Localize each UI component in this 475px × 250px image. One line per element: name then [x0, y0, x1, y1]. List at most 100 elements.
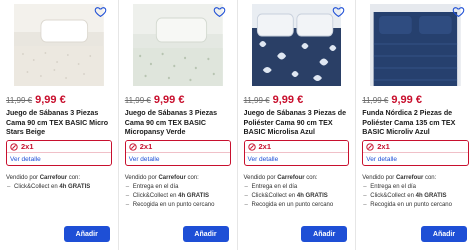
option-text: Recogida en un punto cercano [370, 202, 452, 208]
seller-name: Carrefour [395, 175, 424, 181]
delivery-options: Click&Collect en 4h GRATIS [6, 183, 112, 192]
promo-header: 2x1 [363, 141, 468, 153]
option-bold: 4h GRATIS [415, 193, 447, 199]
price-row: 11,99 € 9,99 € [6, 94, 112, 106]
product-image-area[interactable] [244, 0, 350, 86]
delivery-options: Entrega en el día Click&Collect en 4h GR… [125, 183, 231, 210]
promo-header: 2x1 [7, 141, 111, 153]
option-text: Recogida en un punto cercano [251, 202, 334, 208]
promo-tag-icon [247, 142, 256, 151]
seller-line: Vendido por Carrefour con: [362, 175, 469, 181]
option-text: Click&Collect en [132, 193, 179, 199]
promo-header: 2x1 [244, 141, 349, 153]
promo-detail-link[interactable]: Ver detalle [245, 153, 349, 165]
product-card[interactable]: 11,99 € 9,99 € Funda Nórdica 2 Piezas de… [356, 0, 475, 250]
price-row: 11,99 € 9,99 € [125, 94, 231, 106]
favorite-heart-icon[interactable] [213, 4, 227, 18]
price-row: 11,99 € 9,99 € [244, 94, 350, 106]
add-to-cart-button[interactable]: Añadir [182, 226, 229, 242]
current-price: 9,99 € [391, 94, 422, 106]
product-card[interactable]: 11,99 € 9,99 € Juego de Sábanas 3 Piezas… [119, 0, 238, 250]
delivery-option: Recogida en un punto cercano [125, 201, 231, 210]
delivery-option: Click&Collect en 4h GRATIS [125, 192, 231, 201]
option-bold: 4h GRATIS [59, 184, 91, 190]
promo-label: 2x1 [377, 142, 390, 151]
add-to-cart-button[interactable]: Añadir [63, 226, 110, 242]
add-to-cart-button[interactable]: Añadir [301, 226, 348, 242]
option-bold: 4h GRATIS [296, 193, 328, 199]
add-to-cart-button[interactable]: Añadir [421, 226, 467, 242]
promo-box: 2x1 Ver detalle [6, 140, 112, 166]
old-price: 11,99 € [243, 96, 270, 105]
seller-prefix: Vendido por [124, 175, 159, 181]
seller-line: Vendido por Carrefour con: [125, 175, 231, 181]
product-card[interactable]: 11,99 € 9,99 € Juego de Sábanas 3 Piezas… [238, 0, 357, 250]
delivery-option: Recogida en un punto cercano [244, 201, 350, 210]
seller-suffix: con: [185, 175, 199, 181]
promo-tag-icon [10, 142, 18, 151]
seller-prefix: Vendido por [243, 175, 278, 181]
product-title[interactable]: Funda Nórdica 2 Piezas de Poliéster Cama… [362, 109, 469, 137]
current-price: 9,99 € [35, 94, 66, 106]
price-row: 11,99 € 9,99 € [362, 94, 469, 106]
promo-detail-link[interactable]: Ver detalle [7, 153, 111, 165]
product-title[interactable]: Juego de Sábanas 3 Piezas de Poliéster C… [244, 109, 350, 137]
seller-line: Vendido por Carrefour con: [244, 175, 350, 181]
seller-prefix: Vendido por [362, 175, 396, 181]
promo-tag-icon [366, 142, 374, 151]
product-card[interactable]: 11,99 € 9,99 € Juego de Sábanas 3 Piezas… [0, 0, 119, 250]
option-text: Entrega en el día [251, 184, 298, 190]
delivery-option: Entrega en el día [362, 183, 469, 192]
delivery-options: Entrega en el día Click&Collect en 4h GR… [362, 183, 469, 210]
product-image-area[interactable] [125, 0, 231, 86]
promo-detail-link[interactable]: Ver detalle [363, 153, 468, 165]
delivery-options: Entrega en el día Click&Collect en 4h GR… [244, 183, 350, 210]
promo-label: 2x1 [21, 142, 34, 151]
current-price: 9,99 € [272, 94, 304, 106]
option-text: Entrega en el día [370, 184, 416, 190]
option-text: Click&Collect en [251, 193, 297, 199]
promo-box: 2x1 Ver detalle [243, 140, 350, 166]
product-image-area[interactable] [362, 0, 469, 86]
delivery-option: Click&Collect en 4h GRATIS [244, 192, 350, 201]
seller-name: Carrefour [39, 175, 68, 181]
option-text: Click&Collect en [370, 193, 416, 199]
product-image-area[interactable] [6, 0, 112, 86]
promo-label: 2x1 [139, 142, 153, 151]
seller-line: Vendido por Carrefour con: [6, 175, 112, 181]
favorite-heart-icon[interactable] [331, 4, 345, 18]
delivery-option: Recogida en un punto cercano [362, 201, 469, 210]
old-price: 11,99 € [6, 96, 33, 105]
seller-name: Carrefour [277, 175, 305, 181]
option-bold: 4h GRATIS [178, 193, 209, 199]
seller-suffix: con: [423, 175, 437, 181]
favorite-heart-icon[interactable] [94, 4, 108, 18]
bed-sheets-beige-image[interactable] [14, 4, 104, 86]
product-grid: 11,99 € 9,99 € Juego de Sábanas 3 Piezas… [0, 0, 475, 250]
product-title[interactable]: Juego de Sábanas 3 Piezas Cama 90 cm TEX… [125, 109, 231, 137]
product-title[interactable]: Juego de Sábanas 3 Piezas Cama 90 cm TEX… [6, 109, 112, 137]
bed-sheets-blue-pattern-image[interactable] [251, 4, 342, 86]
promo-detail-link[interactable]: Ver detalle [126, 153, 230, 165]
promo-label: 2x1 [258, 142, 272, 151]
option-text: Click&Collect en [14, 184, 60, 190]
old-price: 11,99 € [362, 96, 389, 105]
old-price: 11,99 € [124, 96, 151, 105]
current-price: 9,99 € [153, 94, 185, 106]
promo-box: 2x1 Ver detalle [124, 140, 231, 166]
delivery-option: Click&Collect en 4h GRATIS [6, 183, 112, 192]
delivery-option: Entrega en el día [125, 183, 231, 192]
seller-suffix: con: [67, 175, 81, 181]
option-text: Recogida en un punto cercano [132, 202, 215, 208]
bed-sheets-green-image[interactable] [132, 4, 223, 86]
seller-prefix: Vendido por [6, 175, 40, 181]
delivery-option: Entrega en el día [244, 183, 350, 192]
promo-box: 2x1 Ver detalle [362, 140, 469, 166]
favorite-heart-icon[interactable] [451, 4, 465, 18]
duvet-cover-navy-image[interactable] [370, 4, 461, 86]
seller-name: Carrefour [158, 175, 186, 181]
promo-tag-icon [129, 142, 137, 151]
seller-suffix: con: [304, 175, 318, 181]
promo-header: 2x1 [125, 141, 230, 153]
delivery-option: Click&Collect en 4h GRATIS [362, 192, 469, 201]
